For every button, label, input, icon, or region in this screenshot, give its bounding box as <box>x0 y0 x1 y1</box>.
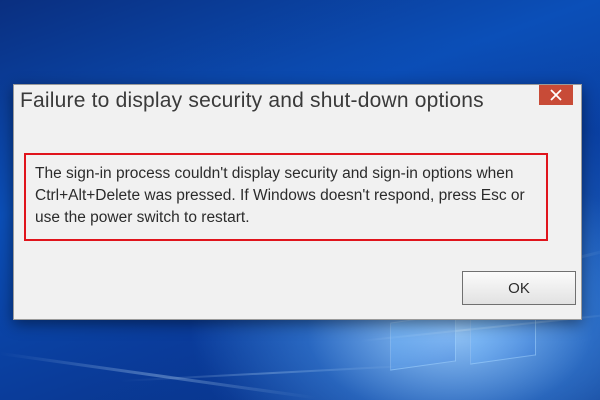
wallpaper-light-beam <box>0 352 318 400</box>
wallpaper-light-beam <box>119 364 420 382</box>
ok-button[interactable]: OK <box>462 271 576 305</box>
close-button[interactable] <box>539 85 573 105</box>
close-icon <box>550 89 562 101</box>
dialog-title: Failure to display security and shut-dow… <box>20 89 484 112</box>
windows-logo-pane <box>390 313 456 371</box>
message-highlight-box: The sign-in process couldn't display sec… <box>24 153 548 241</box>
dialog-titlebar[interactable]: Failure to display security and shut-dow… <box>14 85 581 119</box>
dialog-message: The sign-in process couldn't display sec… <box>35 165 525 226</box>
error-dialog: Failure to display security and shut-dow… <box>13 84 582 320</box>
